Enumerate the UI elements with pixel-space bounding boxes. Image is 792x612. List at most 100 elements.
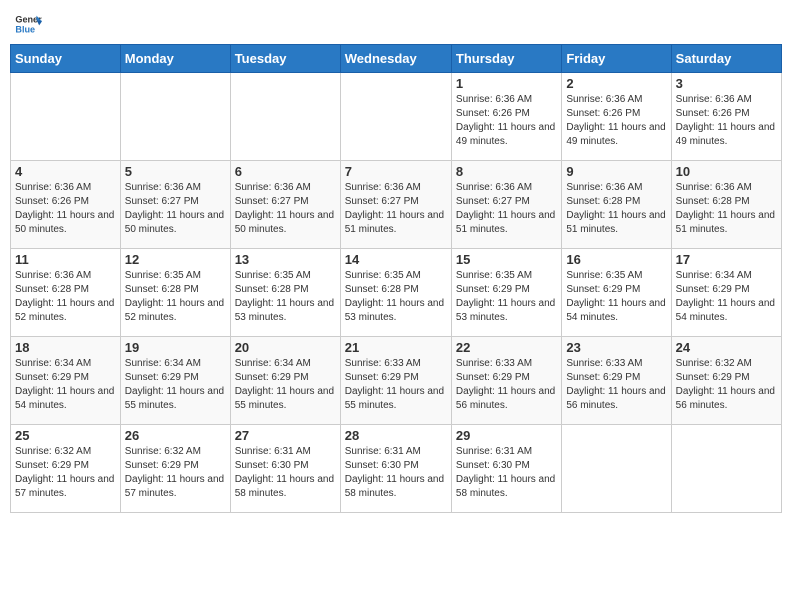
calendar-day-cell: 14Sunrise: 6:35 AMSunset: 6:28 PMDayligh… xyxy=(340,249,451,337)
day-number: 5 xyxy=(125,164,226,179)
calendar-day-cell: 6 Sunrise: 6:36 AMSunset: 6:27 PMDaylight… xyxy=(230,161,340,249)
day-info: Sunrise: 6:36 AMSunset: 6:26 PMDaylight:… xyxy=(676,93,777,149)
day-info: Sunrise: 6:33 AMSunset: 6:29 PMDaylight:… xyxy=(566,357,666,413)
day-info: Sunrise: 6:33 AMSunset: 6:29 PMDaylight:… xyxy=(456,357,557,413)
day-number: 28 xyxy=(345,428,447,443)
day-info: Sunrise: 6:36 AMSunset: 6:28 PMDaylight:… xyxy=(566,181,666,237)
calendar-day-cell: 21 Sunrise: 6:33 AMSunset: 6:29 PMDayligh… xyxy=(340,337,451,425)
calendar-day-cell: 9 Sunrise: 6:36 AMSunset: 6:28 PMDaylight… xyxy=(562,161,671,249)
day-info: Sunrise: 6:36 AMSunset: 6:28 PMDaylight:… xyxy=(676,181,777,237)
weekday-header-cell: Sunday xyxy=(11,45,121,73)
day-info: Sunrise: 6:34 AMSunset: 6:29 PMDaylight:… xyxy=(15,357,116,413)
day-number: 21 xyxy=(345,340,447,355)
calendar-day-cell xyxy=(340,73,451,161)
calendar-day-cell: 4 Sunrise: 6:36 AMSunset: 6:26 PMDaylight… xyxy=(11,161,121,249)
day-number: 7 xyxy=(345,164,447,179)
calendar-day-cell: 1 Sunrise: 6:36 AMSunset: 6:26 PMDaylight… xyxy=(451,73,561,161)
day-number: 29 xyxy=(456,428,557,443)
weekday-header-cell: Friday xyxy=(562,45,671,73)
day-number: 8 xyxy=(456,164,557,179)
day-info: Sunrise: 6:31 AMSunset: 6:30 PMDaylight:… xyxy=(345,445,447,501)
day-number: 22 xyxy=(456,340,557,355)
weekday-header-cell: Thursday xyxy=(451,45,561,73)
day-number: 6 xyxy=(235,164,336,179)
calendar-day-cell: 8 Sunrise: 6:36 AMSunset: 6:27 PMDaylight… xyxy=(451,161,561,249)
day-info: Sunrise: 6:36 AMSunset: 6:26 PMDaylight:… xyxy=(15,181,116,237)
calendar-week-row: 1 Sunrise: 6:36 AMSunset: 6:26 PMDaylight… xyxy=(11,73,782,161)
weekday-header-cell: Wednesday xyxy=(340,45,451,73)
day-number: 15 xyxy=(456,252,557,267)
day-info: Sunrise: 6:32 AMSunset: 6:29 PMDaylight:… xyxy=(15,445,116,501)
calendar-day-cell: 11 Sunrise: 6:36 AMSunset: 6:28 PMDayligh… xyxy=(11,249,121,337)
day-number: 2 xyxy=(566,76,666,91)
day-number: 19 xyxy=(125,340,226,355)
svg-text:Blue: Blue xyxy=(15,24,35,34)
weekday-header-row: SundayMondayTuesdayWednesdayThursdayFrid… xyxy=(11,45,782,73)
calendar-day-cell: 19Sunrise: 6:34 AMSunset: 6:29 PMDayligh… xyxy=(120,337,230,425)
day-number: 16 xyxy=(566,252,666,267)
day-info: Sunrise: 6:33 AMSunset: 6:29 PMDaylight:… xyxy=(345,357,447,413)
calendar-day-cell xyxy=(671,425,781,513)
calendar-day-cell: 22 Sunrise: 6:33 AMSunset: 6:29 PMDayligh… xyxy=(451,337,561,425)
day-info: Sunrise: 6:31 AMSunset: 6:30 PMDaylight:… xyxy=(235,445,336,501)
calendar-day-cell: 24 Sunrise: 6:32 AMSunset: 6:29 PMDayligh… xyxy=(671,337,781,425)
calendar-day-cell: 3 Sunrise: 6:36 AMSunset: 6:26 PMDaylight… xyxy=(671,73,781,161)
calendar-week-row: 11 Sunrise: 6:36 AMSunset: 6:28 PMDayligh… xyxy=(11,249,782,337)
calendar-day-cell xyxy=(562,425,671,513)
day-number: 27 xyxy=(235,428,336,443)
day-number: 1 xyxy=(456,76,557,91)
calendar-day-cell: 2 Sunrise: 6:36 AMSunset: 6:26 PMDaylight… xyxy=(562,73,671,161)
day-number: 20 xyxy=(235,340,336,355)
day-info: Sunrise: 6:36 AMSunset: 6:27 PMDaylight:… xyxy=(456,181,557,237)
calendar-day-cell xyxy=(230,73,340,161)
day-number: 4 xyxy=(15,164,116,179)
calendar-table: SundayMondayTuesdayWednesdayThursdayFrid… xyxy=(10,44,782,513)
day-number: 10 xyxy=(676,164,777,179)
day-number: 12 xyxy=(125,252,226,267)
day-number: 23 xyxy=(566,340,666,355)
day-info: Sunrise: 6:36 AMSunset: 6:26 PMDaylight:… xyxy=(456,93,557,149)
calendar-day-cell: 18 Sunrise: 6:34 AMSunset: 6:29 PMDayligh… xyxy=(11,337,121,425)
calendar-day-cell: 10 Sunrise: 6:36 AMSunset: 6:28 PMDayligh… xyxy=(671,161,781,249)
day-number: 3 xyxy=(676,76,777,91)
calendar-day-cell: 28 Sunrise: 6:31 AMSunset: 6:30 PMDayligh… xyxy=(340,425,451,513)
day-info: Sunrise: 6:36 AMSunset: 6:26 PMDaylight:… xyxy=(566,93,666,149)
day-info: Sunrise: 6:32 AMSunset: 6:29 PMDaylight:… xyxy=(125,445,226,501)
logo-icon: General Blue xyxy=(14,10,42,38)
day-info: Sunrise: 6:32 AMSunset: 6:29 PMDaylight:… xyxy=(676,357,777,413)
calendar-day-cell: 15 Sunrise: 6:35 AMSunset: 6:29 PMDayligh… xyxy=(451,249,561,337)
day-info: Sunrise: 6:36 AMSunset: 6:27 PMDaylight:… xyxy=(345,181,447,237)
calendar-week-row: 4 Sunrise: 6:36 AMSunset: 6:26 PMDaylight… xyxy=(11,161,782,249)
calendar-day-cell: 17Sunrise: 6:34 AMSunset: 6:29 PMDayligh… xyxy=(671,249,781,337)
day-info: Sunrise: 6:35 AMSunset: 6:28 PMDaylight:… xyxy=(235,269,336,325)
day-info: Sunrise: 6:35 AMSunset: 6:29 PMDaylight:… xyxy=(456,269,557,325)
calendar-day-cell xyxy=(11,73,121,161)
day-info: Sunrise: 6:31 AMSunset: 6:30 PMDaylight:… xyxy=(456,445,557,501)
day-number: 11 xyxy=(15,252,116,267)
calendar-day-cell: 29 Sunrise: 6:31 AMSunset: 6:30 PMDayligh… xyxy=(451,425,561,513)
day-info: Sunrise: 6:36 AMSunset: 6:28 PMDaylight:… xyxy=(15,269,116,325)
calendar-day-cell: 12Sunrise: 6:35 AMSunset: 6:28 PMDayligh… xyxy=(120,249,230,337)
day-info: Sunrise: 6:34 AMSunset: 6:29 PMDaylight:… xyxy=(235,357,336,413)
logo: General Blue xyxy=(14,10,42,38)
day-number: 9 xyxy=(566,164,666,179)
calendar-week-row: 25 Sunrise: 6:32 AMSunset: 6:29 PMDayligh… xyxy=(11,425,782,513)
day-number: 17 xyxy=(676,252,777,267)
day-number: 13 xyxy=(235,252,336,267)
calendar-day-cell: 5 Sunrise: 6:36 AMSunset: 6:27 PMDaylight… xyxy=(120,161,230,249)
weekday-header-cell: Saturday xyxy=(671,45,781,73)
day-info: Sunrise: 6:36 AMSunset: 6:27 PMDaylight:… xyxy=(125,181,226,237)
calendar-body: 1 Sunrise: 6:36 AMSunset: 6:26 PMDaylight… xyxy=(11,73,782,513)
day-number: 24 xyxy=(676,340,777,355)
calendar-day-cell: 20 Sunrise: 6:34 AMSunset: 6:29 PMDayligh… xyxy=(230,337,340,425)
calendar-week-row: 18 Sunrise: 6:34 AMSunset: 6:29 PMDayligh… xyxy=(11,337,782,425)
calendar-day-cell: 7 Sunrise: 6:36 AMSunset: 6:27 PMDaylight… xyxy=(340,161,451,249)
weekday-header-cell: Monday xyxy=(120,45,230,73)
calendar-day-cell: 26 Sunrise: 6:32 AMSunset: 6:29 PMDayligh… xyxy=(120,425,230,513)
day-number: 26 xyxy=(125,428,226,443)
calendar-day-cell: 16Sunrise: 6:35 AMSunset: 6:29 PMDayligh… xyxy=(562,249,671,337)
day-info: Sunrise: 6:36 AMSunset: 6:27 PMDaylight:… xyxy=(235,181,336,237)
day-number: 25 xyxy=(15,428,116,443)
day-number: 18 xyxy=(15,340,116,355)
calendar-day-cell: 25 Sunrise: 6:32 AMSunset: 6:29 PMDayligh… xyxy=(11,425,121,513)
